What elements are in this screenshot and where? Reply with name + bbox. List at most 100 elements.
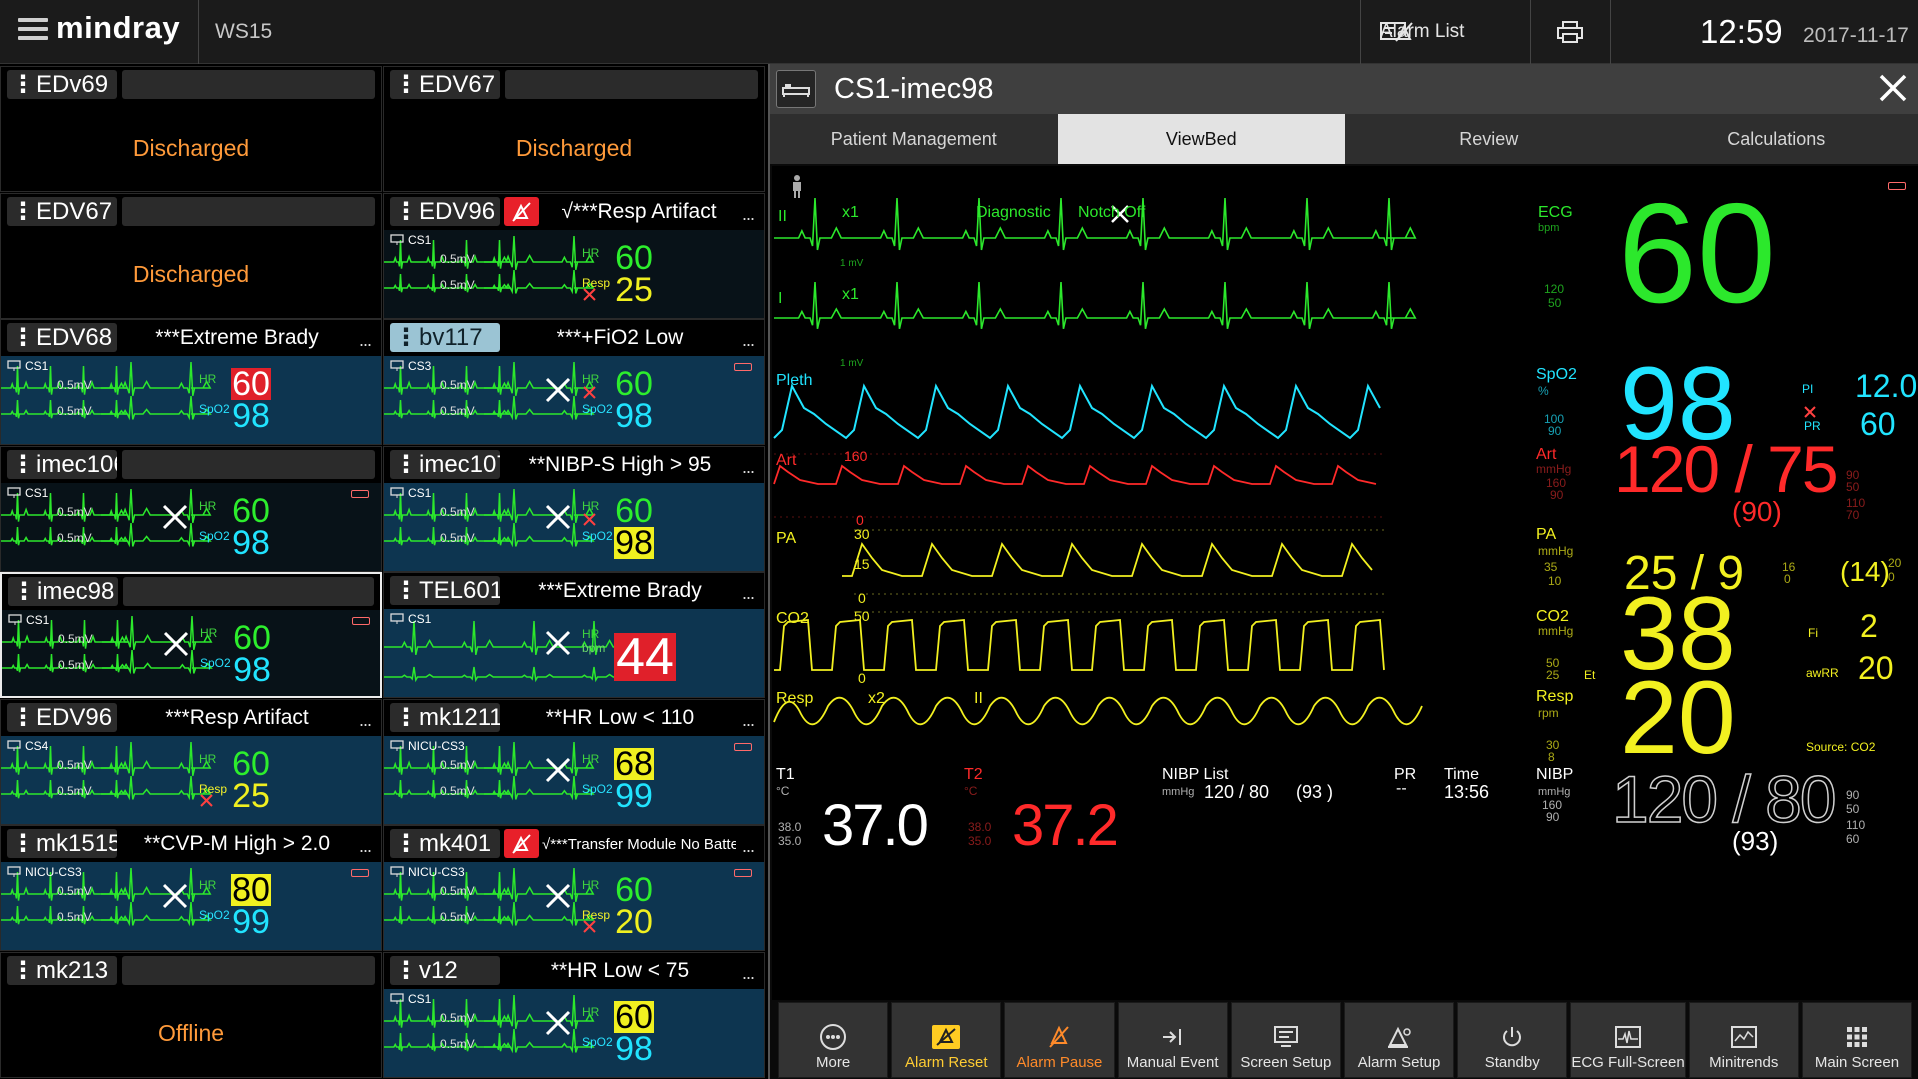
more-options-icon[interactable]: ... [742,204,755,225]
bed-tile[interactable]: ⋮TEL6016 ***Extreme Brady... CS1 HRbpm 44 [383,572,765,698]
more-options-icon[interactable]: ... [359,836,372,857]
ecg-scale-2: 1 mV [840,358,864,369]
bed-tile[interactable]: ⋮imec106 CS1 0.5mV 0.5mV HR SpO26098 [0,445,382,572]
ecg-trace [384,361,595,421]
bed-tile[interactable]: ⋮imec107 **NIBP-S High > 95... CS1 0.5mV 0.5… [383,445,765,572]
bed-tile[interactable]: ⋮imec98 CS1 0.5mV 0.5mV HR SpO2 60 98 [0,572,382,698]
central-station: CS1 [408,612,432,626]
alarm-setup-button[interactable]: Alarm Setup [1343,1002,1455,1078]
more-options-icon[interactable]: ... [742,330,755,351]
bed-name[interactable]: ⋮EDV68 [7,323,117,352]
param-label: HR [199,372,217,386]
bed-name[interactable]: ⋮imec107 [390,449,500,479]
bed-tile-header: ⋮EDV67 [384,67,764,103]
ecg-scale: 0.5mV [57,378,92,392]
param-label: HR [582,498,600,513]
manual-event-button[interactable]: Manual Event [1117,1002,1228,1078]
bed-name[interactable]: ⋮imec106 [7,449,117,479]
ecg-trace [384,488,595,547]
main-screen-button[interactable]: Main Screen [1801,1002,1913,1078]
tab-calculations[interactable]: Calculations [1633,114,1918,164]
bed-name[interactable]: ⋮imec98 [8,577,118,606]
more-options-icon[interactable]: ... [359,330,372,351]
manual-event-label: Manual Event [1126,1054,1219,1071]
minitrends-button[interactable]: Minitrends [1688,1002,1799,1078]
more-options-icon[interactable]: ... [742,583,755,604]
more-options-icon[interactable]: ... [359,710,372,731]
bed-name[interactable]: ⋮EDV96 [390,196,500,226]
battery-icon [734,363,752,371]
bed-name[interactable]: ⋮v12 [390,955,500,985]
bed-tile[interactable]: ⋮EDv69 Discharged [0,66,382,192]
bed-tile[interactable]: ⋮mk401 √***Transfer Module No Battery... N… [383,825,765,951]
bed-status: Discharged [132,261,250,287]
secondary-value: 98 [232,397,270,435]
ecg-scale: 0.5mV [57,884,92,898]
print-button[interactable] [1530,0,1610,64]
bed-tile[interactable]: ⋮EDV96 √***Resp Artifact... CS1 0.5mV 0.5mV H… [383,192,765,319]
ecg-i-wave [774,281,1417,329]
t2-value: 37.2 [1012,793,1119,858]
bed-tile[interactable]: ⋮v12 **HR Low < 75... CS1 0.5mV 0.5mV HR SpO2 6… [383,951,765,1078]
close-icon[interactable] [1878,73,1908,103]
alarm-pause-button[interactable]: Alarm Pause [1004,1002,1115,1078]
screen-setup-button[interactable]: Screen Setup [1230,1002,1341,1078]
monitor-icon [390,992,404,1004]
ecg-full-screen-button[interactable]: ECG Full-Screen [1570,1002,1686,1078]
bed-name[interactable]: ⋮mk1211 [390,702,500,732]
bed-tile[interactable]: ⋮mk15157 **CVP-M High > 2.0... NICU-CS3 0.5… [0,825,382,951]
art-sys-dia-value: 120 / 75 [1614,432,1839,506]
alarm-message-box [122,449,375,479]
alarm-reset-button[interactable]: Alarm Reset [891,1002,1002,1078]
bed-name[interactable]: ⋮EDv69 [7,70,117,99]
bed-tile[interactable]: ⋮mk1211 **HR Low < 110... NICU-CS3 0.5mV 0.5… [383,698,765,825]
tab-viewbed[interactable]: ViewBed [1057,114,1345,164]
ecg-scale: 0.5mV [57,910,92,924]
bed-status: Offline [157,1020,225,1046]
bed-tile[interactable]: ⋮bv117 ***+FiO2 Low... CS3 0.5mV 0.5mV HR SpO2… [383,319,765,445]
alarm-list-button[interactable]: Alarm List [1360,0,1530,64]
more-options-icon[interactable]: ... [742,963,755,984]
divider [198,0,199,64]
bed-name[interactable]: ⋮mk213 [7,955,117,985]
nibp-mean-value: (93) [1732,826,1779,856]
param-label: SpO2 [582,781,613,796]
lead-off-icon [545,504,571,529]
bed-name[interactable]: ⋮bv117 [390,323,500,352]
ecg-trace [1,741,212,800]
nibp-limit-r2: 50 [1846,802,1860,816]
bed-tile[interactable]: ⋮mk213 Offline [0,951,382,1078]
bed-tile[interactable]: ⋮EDV67 Discharged [0,192,382,319]
bed-name[interactable]: ⋮EDV67 [7,196,117,226]
top-bar: mindray WS15 Alarm List 12:59 2017-11-17 [0,0,1918,64]
tab-review[interactable]: Review [1345,114,1633,164]
more-options-icon[interactable]: ... [742,457,755,478]
nibp-unit: mmHg [1538,786,1571,798]
bed-name[interactable]: ⋮mk15157 [7,829,117,858]
pa-mean-limit-1: 20 [1888,556,1902,570]
bed-name[interactable]: ⋮TEL6016 [390,576,500,605]
panel-title: CS1-imec98 [834,73,994,105]
menu-icon[interactable] [18,18,48,44]
more-options-icon[interactable]: ... [742,836,755,857]
pa-wave [842,542,1373,577]
alarm-message-box [122,70,375,99]
bed-tile[interactable]: ⋮EDV68 ***Extreme Brady... CS1 0.5mV 0.5mV HR… [0,319,382,445]
mini-waveform: NICU-CS3 0.5mV 0.5mV HR Resp 60 20 [384,862,764,950]
hr-value: 60 [233,619,271,657]
monitor-icon [390,486,404,498]
bed-tile[interactable]: ⋮EDV67 Discharged [383,66,765,192]
more-options-icon[interactable]: ... [742,710,755,731]
brand-logo: mindray [56,10,181,45]
more-button[interactable]: More [778,1002,889,1078]
standby-button[interactable]: Standby [1457,1002,1568,1078]
ecg-param-label: ECG [1538,204,1573,221]
tab-patient-management[interactable]: Patient Management [770,114,1058,164]
view-bed-panel: CS1-imec98 Patient Management ViewBed Re… [768,64,1918,1079]
bed-tile[interactable]: ⋮EDV96 ***Resp Artifact... CS4 0.5mV 0.5mV HR… [0,698,382,825]
nibp-list-value: 120 / 80 [1204,782,1270,802]
bed-name[interactable]: ⋮mk401 [390,829,500,858]
bed-name[interactable]: ⋮EDV67 [390,70,500,99]
bed-name[interactable]: ⋮EDV96 [7,702,117,732]
main-screen-label: Main Screen [1814,1054,1900,1071]
